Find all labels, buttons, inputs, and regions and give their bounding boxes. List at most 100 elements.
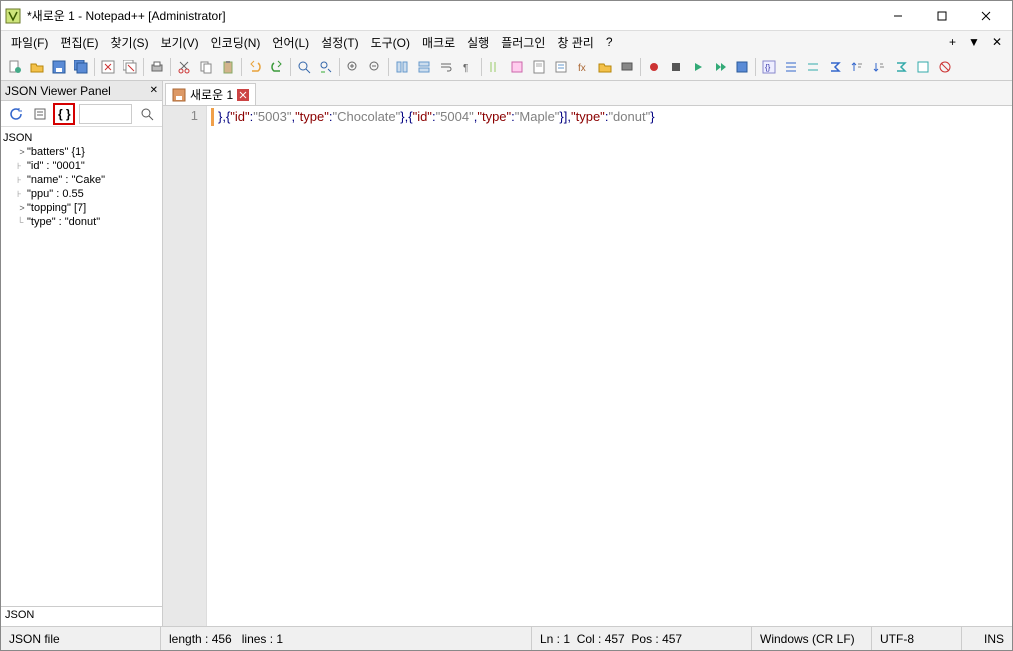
menu-plugins[interactable]: 플러그인 bbox=[495, 32, 551, 53]
menu-plus-button[interactable]: + bbox=[943, 33, 962, 51]
sync-h-icon[interactable] bbox=[414, 57, 434, 77]
json-tree-node[interactable]: ⊦"id" : "0001" bbox=[3, 159, 160, 173]
toolbar-extra-icon[interactable] bbox=[913, 57, 933, 77]
menu-window[interactable]: 창 관리 bbox=[551, 32, 599, 53]
menu-settings[interactable]: 설정(T) bbox=[315, 32, 364, 53]
tab-label: 새로운 1 bbox=[190, 86, 233, 103]
play-macro-icon[interactable] bbox=[688, 57, 708, 77]
undo-icon[interactable] bbox=[245, 57, 265, 77]
doc-map-icon[interactable] bbox=[529, 57, 549, 77]
status-insert-mode[interactable]: INS bbox=[962, 627, 1012, 650]
menu-run[interactable]: 실행 bbox=[461, 32, 495, 53]
editor-area: 새로운 1 1 },{"id":"5003","type":"Chocolate… bbox=[163, 81, 1012, 626]
json-format-button[interactable]: { } bbox=[53, 103, 75, 125]
copy-icon[interactable] bbox=[196, 57, 216, 77]
status-bar: JSON file length : 456 lines : 1 Ln : 1 … bbox=[1, 626, 1012, 650]
json-search-icon[interactable] bbox=[136, 103, 158, 125]
menu-tools[interactable]: 도구(O) bbox=[365, 32, 416, 53]
editor-tab[interactable]: 새로운 1 bbox=[165, 83, 256, 105]
json-panel-bottom: JSON bbox=[1, 606, 162, 626]
status-length-lines: length : 456 lines : 1 bbox=[161, 627, 532, 650]
status-encoding[interactable]: UTF-8 bbox=[872, 627, 962, 650]
close-button[interactable] bbox=[964, 2, 1008, 30]
sort-asc-icon[interactable] bbox=[847, 57, 867, 77]
function-list-icon[interactable]: fx bbox=[573, 57, 593, 77]
close-all-icon[interactable] bbox=[120, 57, 140, 77]
status-eol[interactable]: Windows (CR LF) bbox=[752, 627, 872, 650]
json-format-icon[interactable] bbox=[781, 57, 801, 77]
sync-v-icon[interactable] bbox=[392, 57, 412, 77]
indent-guide-icon[interactable] bbox=[485, 57, 505, 77]
json-tree-node[interactable]: >"batters" {1} bbox=[3, 145, 160, 159]
redo-icon[interactable] bbox=[267, 57, 287, 77]
json-compress-icon[interactable] bbox=[803, 57, 823, 77]
sigma2-icon[interactable] bbox=[891, 57, 911, 77]
folder-workspace-icon[interactable] bbox=[595, 57, 615, 77]
save-macro-icon[interactable] bbox=[732, 57, 752, 77]
paste-icon[interactable] bbox=[218, 57, 238, 77]
save-all-icon[interactable] bbox=[71, 57, 91, 77]
menu-file[interactable]: 파일(F) bbox=[5, 32, 54, 53]
code-area[interactable]: },{"id":"5003","type":"Chocolate"},{"id"… bbox=[207, 106, 1012, 626]
open-file-icon[interactable] bbox=[27, 57, 47, 77]
stop-macro-icon[interactable] bbox=[666, 57, 686, 77]
json-refresh-icon[interactable] bbox=[5, 103, 27, 125]
status-ln: Ln : 1 bbox=[540, 632, 570, 646]
play-multi-icon[interactable] bbox=[710, 57, 730, 77]
json-tree-node[interactable]: └"type" : "donut" bbox=[3, 215, 160, 229]
find-icon[interactable] bbox=[294, 57, 314, 77]
cut-icon[interactable] bbox=[174, 57, 194, 77]
code-line[interactable]: },{"id":"5003","type":"Chocolate"},{"id"… bbox=[211, 108, 1012, 126]
json-tree-node[interactable]: ⊦"name" : "Cake" bbox=[3, 173, 160, 187]
maximize-button[interactable] bbox=[920, 2, 964, 30]
close-file-icon[interactable] bbox=[98, 57, 118, 77]
tab-close-icon[interactable] bbox=[237, 89, 249, 101]
menu-dropdown-button[interactable]: ▼ bbox=[962, 33, 986, 51]
replace-icon[interactable] bbox=[316, 57, 336, 77]
record-macro-icon[interactable] bbox=[644, 57, 664, 77]
zoom-out-icon[interactable] bbox=[365, 57, 385, 77]
json-tree-node[interactable]: >"topping" [7] bbox=[3, 201, 160, 215]
menu-help[interactable]: ? bbox=[600, 33, 619, 51]
status-filetype: JSON file bbox=[1, 627, 161, 650]
doc-list-icon[interactable] bbox=[551, 57, 571, 77]
status-lines: lines : 1 bbox=[242, 632, 283, 646]
json-tree[interactable]: JSON >"batters" {1} ⊦"id" : "0001" ⊦"nam… bbox=[1, 127, 162, 606]
menu-bar: 파일(F) 편집(E) 찾기(S) 보기(V) 인코딩(N) 언어(L) 설정(… bbox=[1, 31, 1012, 53]
title-bar: *새로운 1 - Notepad++ [Administrator] bbox=[1, 1, 1012, 31]
user-lang-icon[interactable] bbox=[507, 57, 527, 77]
menu-encoding[interactable]: 인코딩(N) bbox=[205, 32, 267, 53]
app-window: *새로운 1 - Notepad++ [Administrator] 파일(F)… bbox=[0, 0, 1013, 651]
svg-text:{}: {} bbox=[765, 63, 771, 72]
menu-language[interactable]: 언어(L) bbox=[266, 32, 315, 53]
save-icon[interactable] bbox=[49, 57, 69, 77]
editor-tab-bar: 새로운 1 bbox=[163, 81, 1012, 105]
menu-macro[interactable]: 매크로 bbox=[416, 32, 461, 53]
sort-desc-icon[interactable] bbox=[869, 57, 889, 77]
menu-search[interactable]: 찾기(S) bbox=[104, 32, 154, 53]
json-validate-icon[interactable] bbox=[29, 103, 51, 125]
new-file-icon[interactable] bbox=[5, 57, 25, 77]
json-tree-node[interactable]: ⊦"ppu" : 0.55 bbox=[3, 187, 160, 201]
json-viewer-icon[interactable]: {} bbox=[759, 57, 779, 77]
json-panel-toolbar: { } bbox=[1, 101, 162, 127]
menu-view[interactable]: 보기(V) bbox=[155, 32, 205, 53]
menu-edit[interactable]: 편집(E) bbox=[54, 32, 104, 53]
show-all-chars-icon[interactable]: ¶ bbox=[458, 57, 478, 77]
zoom-in-icon[interactable] bbox=[343, 57, 363, 77]
json-search-input[interactable] bbox=[79, 104, 132, 124]
menu-close-button[interactable]: ✕ bbox=[986, 33, 1008, 51]
editor-body[interactable]: 1 },{"id":"5003","type":"Chocolate"},{"i… bbox=[163, 105, 1012, 626]
monitor-icon[interactable] bbox=[617, 57, 637, 77]
json-panel-close-icon[interactable]: ✕ bbox=[150, 85, 158, 96]
svg-text:{ }: { } bbox=[58, 107, 71, 121]
sigma-icon[interactable] bbox=[825, 57, 845, 77]
window-title: *새로운 1 - Notepad++ [Administrator] bbox=[27, 7, 876, 24]
print-icon[interactable] bbox=[147, 57, 167, 77]
json-panel-title: JSON Viewer Panel bbox=[5, 84, 111, 98]
svg-text:fx: fx bbox=[578, 63, 586, 74]
wrap-icon[interactable] bbox=[436, 57, 456, 77]
json-tree-root[interactable]: JSON bbox=[3, 131, 160, 145]
minimize-button[interactable] bbox=[876, 2, 920, 30]
toolbar-settings-icon[interactable] bbox=[935, 57, 955, 77]
